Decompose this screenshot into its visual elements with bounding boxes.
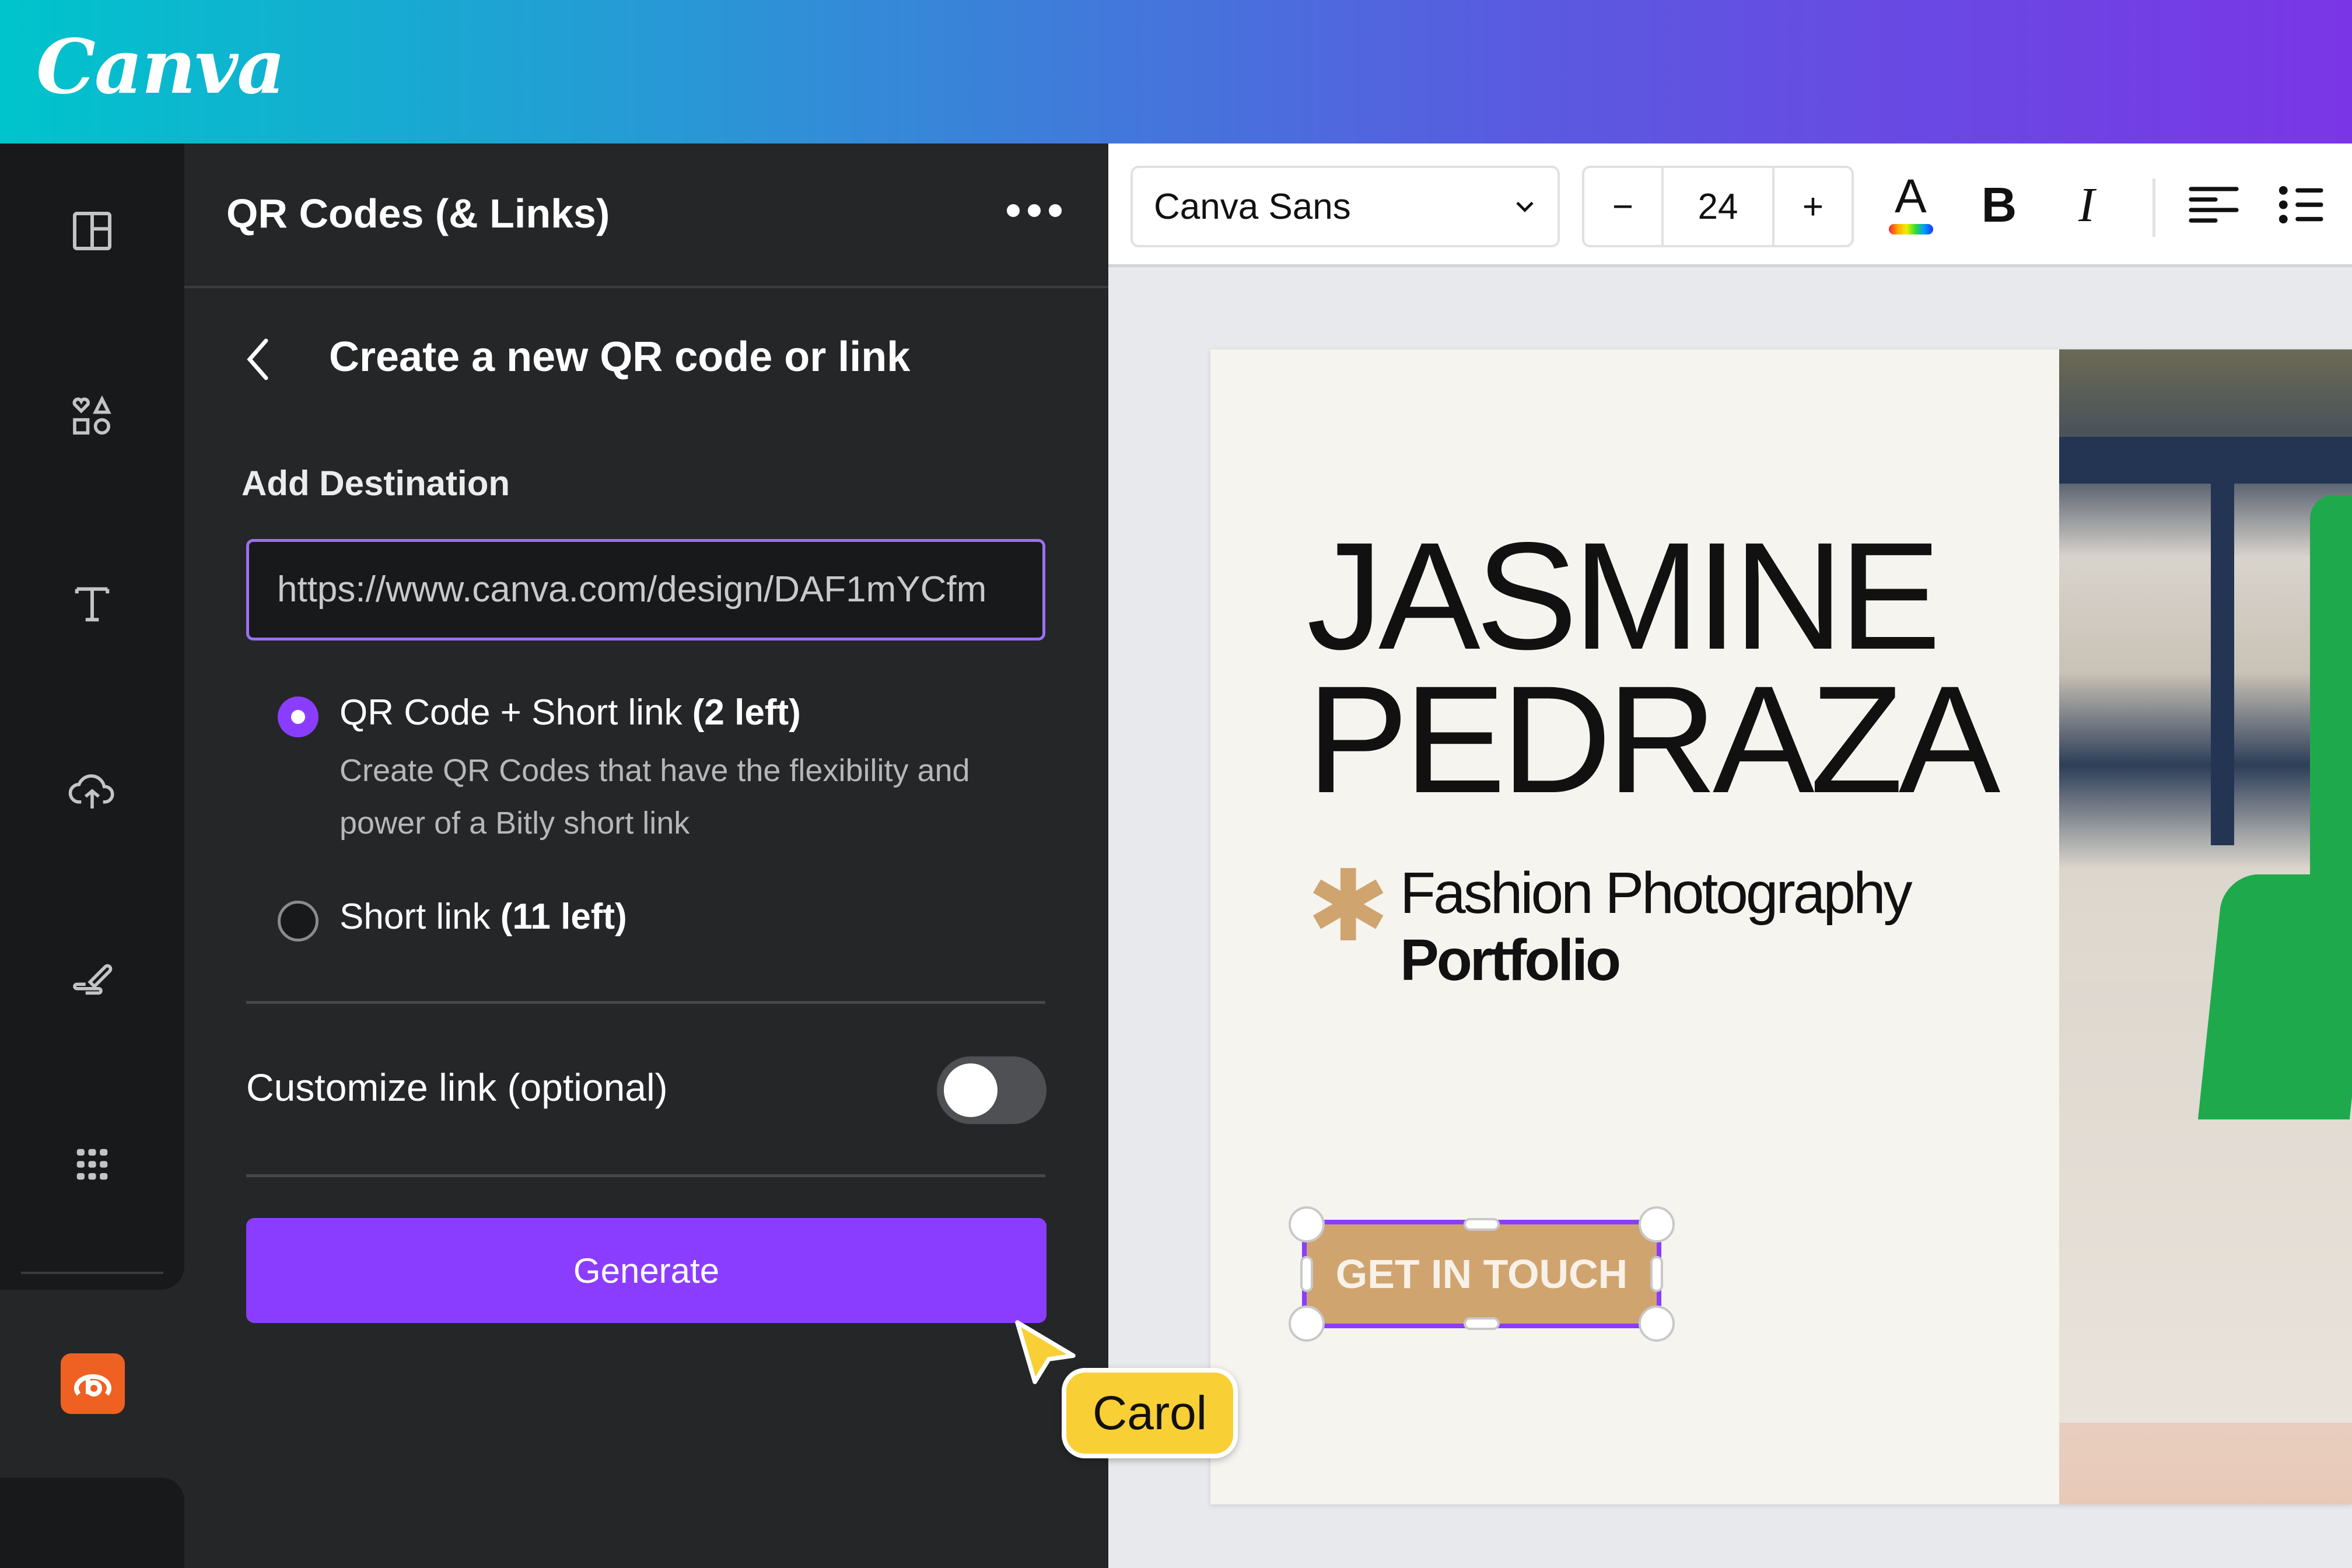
portrait-photo[interactable] (2059, 349, 2352, 1504)
bitly-icon (74, 1374, 111, 1396)
design-tagline-bold[interactable]: Portfolio (1400, 927, 1621, 994)
more-icon (1007, 204, 1020, 217)
text-color-button[interactable]: A (1878, 170, 1943, 237)
chevron-down-icon (1516, 201, 1534, 212)
side-rail (0, 144, 184, 1290)
rail-item-elements[interactable] (63, 387, 121, 446)
text-toolbar: Canva Sans − 24 + A B I (1108, 144, 2352, 267)
customize-link-toggle[interactable] (937, 1056, 1046, 1124)
resize-handle[interactable] (1639, 1306, 1675, 1342)
canva-logo[interactable]: Canva (36, 23, 285, 111)
divider (246, 1001, 1045, 1004)
resize-handle[interactable] (1464, 1218, 1500, 1231)
bullet-list-icon (2278, 186, 2323, 223)
panel-subtitle: Create a new QR code or link (329, 334, 911, 380)
font-size-increase-button[interactable]: + (1774, 168, 1852, 245)
get-in-touch-button[interactable]: GET IN TOUCH (1302, 1220, 1661, 1328)
collaborator-label: Carol (1062, 1368, 1238, 1458)
draw-icon (73, 964, 113, 995)
align-left-icon (2189, 187, 2239, 223)
resize-handle[interactable] (1289, 1306, 1325, 1342)
customize-link-label: Customize link (optional) (246, 1066, 668, 1109)
align-left-button[interactable] (2182, 173, 2246, 237)
generate-button[interactable]: Generate (246, 1218, 1046, 1323)
toolbar-divider (2152, 178, 2155, 237)
option-count: (2 left) (692, 692, 801, 733)
text-icon (75, 587, 110, 622)
panel-divider (184, 286, 1108, 288)
bold-button[interactable]: B (1967, 173, 2031, 237)
resize-handle[interactable] (1300, 1256, 1313, 1292)
resize-handle[interactable] (1639, 1206, 1675, 1242)
rail-divider (21, 1272, 163, 1274)
rail-item-templates[interactable] (63, 202, 121, 260)
asterisk-icon: ✱ (1307, 851, 1390, 962)
bullet-list-button[interactable] (2269, 173, 2333, 237)
resize-handle[interactable] (1464, 1317, 1500, 1330)
back-chevron-icon[interactable] (240, 336, 275, 383)
rail-item-uploads[interactable] (63, 762, 121, 820)
font-family-select[interactable]: Canva Sans (1130, 166, 1560, 247)
rail-item-apps[interactable] (63, 1135, 121, 1194)
text-color-icon: A (1878, 170, 1943, 237)
resize-handle[interactable] (1650, 1256, 1663, 1292)
design-tagline[interactable]: Fashion Photography (1400, 860, 1913, 927)
rail-item-bitly[interactable] (61, 1353, 125, 1414)
font-size-stepper: − 24 + (1582, 166, 1854, 247)
app-header: Canva (0, 0, 2352, 144)
panel-title: QR Codes (& Links) (226, 191, 610, 236)
more-options-button[interactable] (1007, 199, 1071, 222)
option-short-link-label: Short link (11 left) (340, 897, 627, 937)
destination-url-input[interactable]: https://www.canva.com/design/DAF1mYCfm (246, 539, 1045, 640)
rail-lower (0, 1478, 184, 1568)
option-qr-short-link-label: QR Code + Short link (2 left) (340, 692, 801, 733)
rail-item-draw[interactable] (63, 949, 121, 1007)
destination-label: Add Destination (242, 464, 510, 503)
radio-short-link[interactable] (278, 901, 318, 942)
rail-item-text[interactable] (63, 575, 121, 634)
divider (246, 1174, 1045, 1177)
font-family-value: Canva Sans (1154, 186, 1351, 227)
cloud-upload-icon (68, 774, 114, 808)
option-description: Create QR Codes that have the flexibilit… (340, 753, 970, 841)
apps-grid-icon (76, 1149, 108, 1180)
design-page[interactable]: JASMINE PEDRAZA ✱ Fashion Photography Po… (1210, 349, 2352, 1504)
radio-qr-short-link[interactable] (278, 696, 318, 737)
design-name[interactable]: JASMINE PEDRAZA (1307, 520, 2000, 816)
qr-panel: QR Codes (& Links) Create a new QR code … (184, 144, 1108, 1568)
layout-icon (73, 212, 111, 250)
option-count: (11 left) (500, 897, 627, 937)
editor-workspace: Canva Sans − 24 + A B I JASMINE PEDRAZA … (1108, 144, 2352, 1568)
resize-handle[interactable] (1289, 1206, 1325, 1242)
italic-button[interactable]: I (2054, 173, 2119, 237)
font-size-decrease-button[interactable]: − (1584, 168, 1661, 245)
shapes-icon (72, 395, 111, 435)
font-size-value[interactable]: 24 (1661, 168, 1774, 245)
